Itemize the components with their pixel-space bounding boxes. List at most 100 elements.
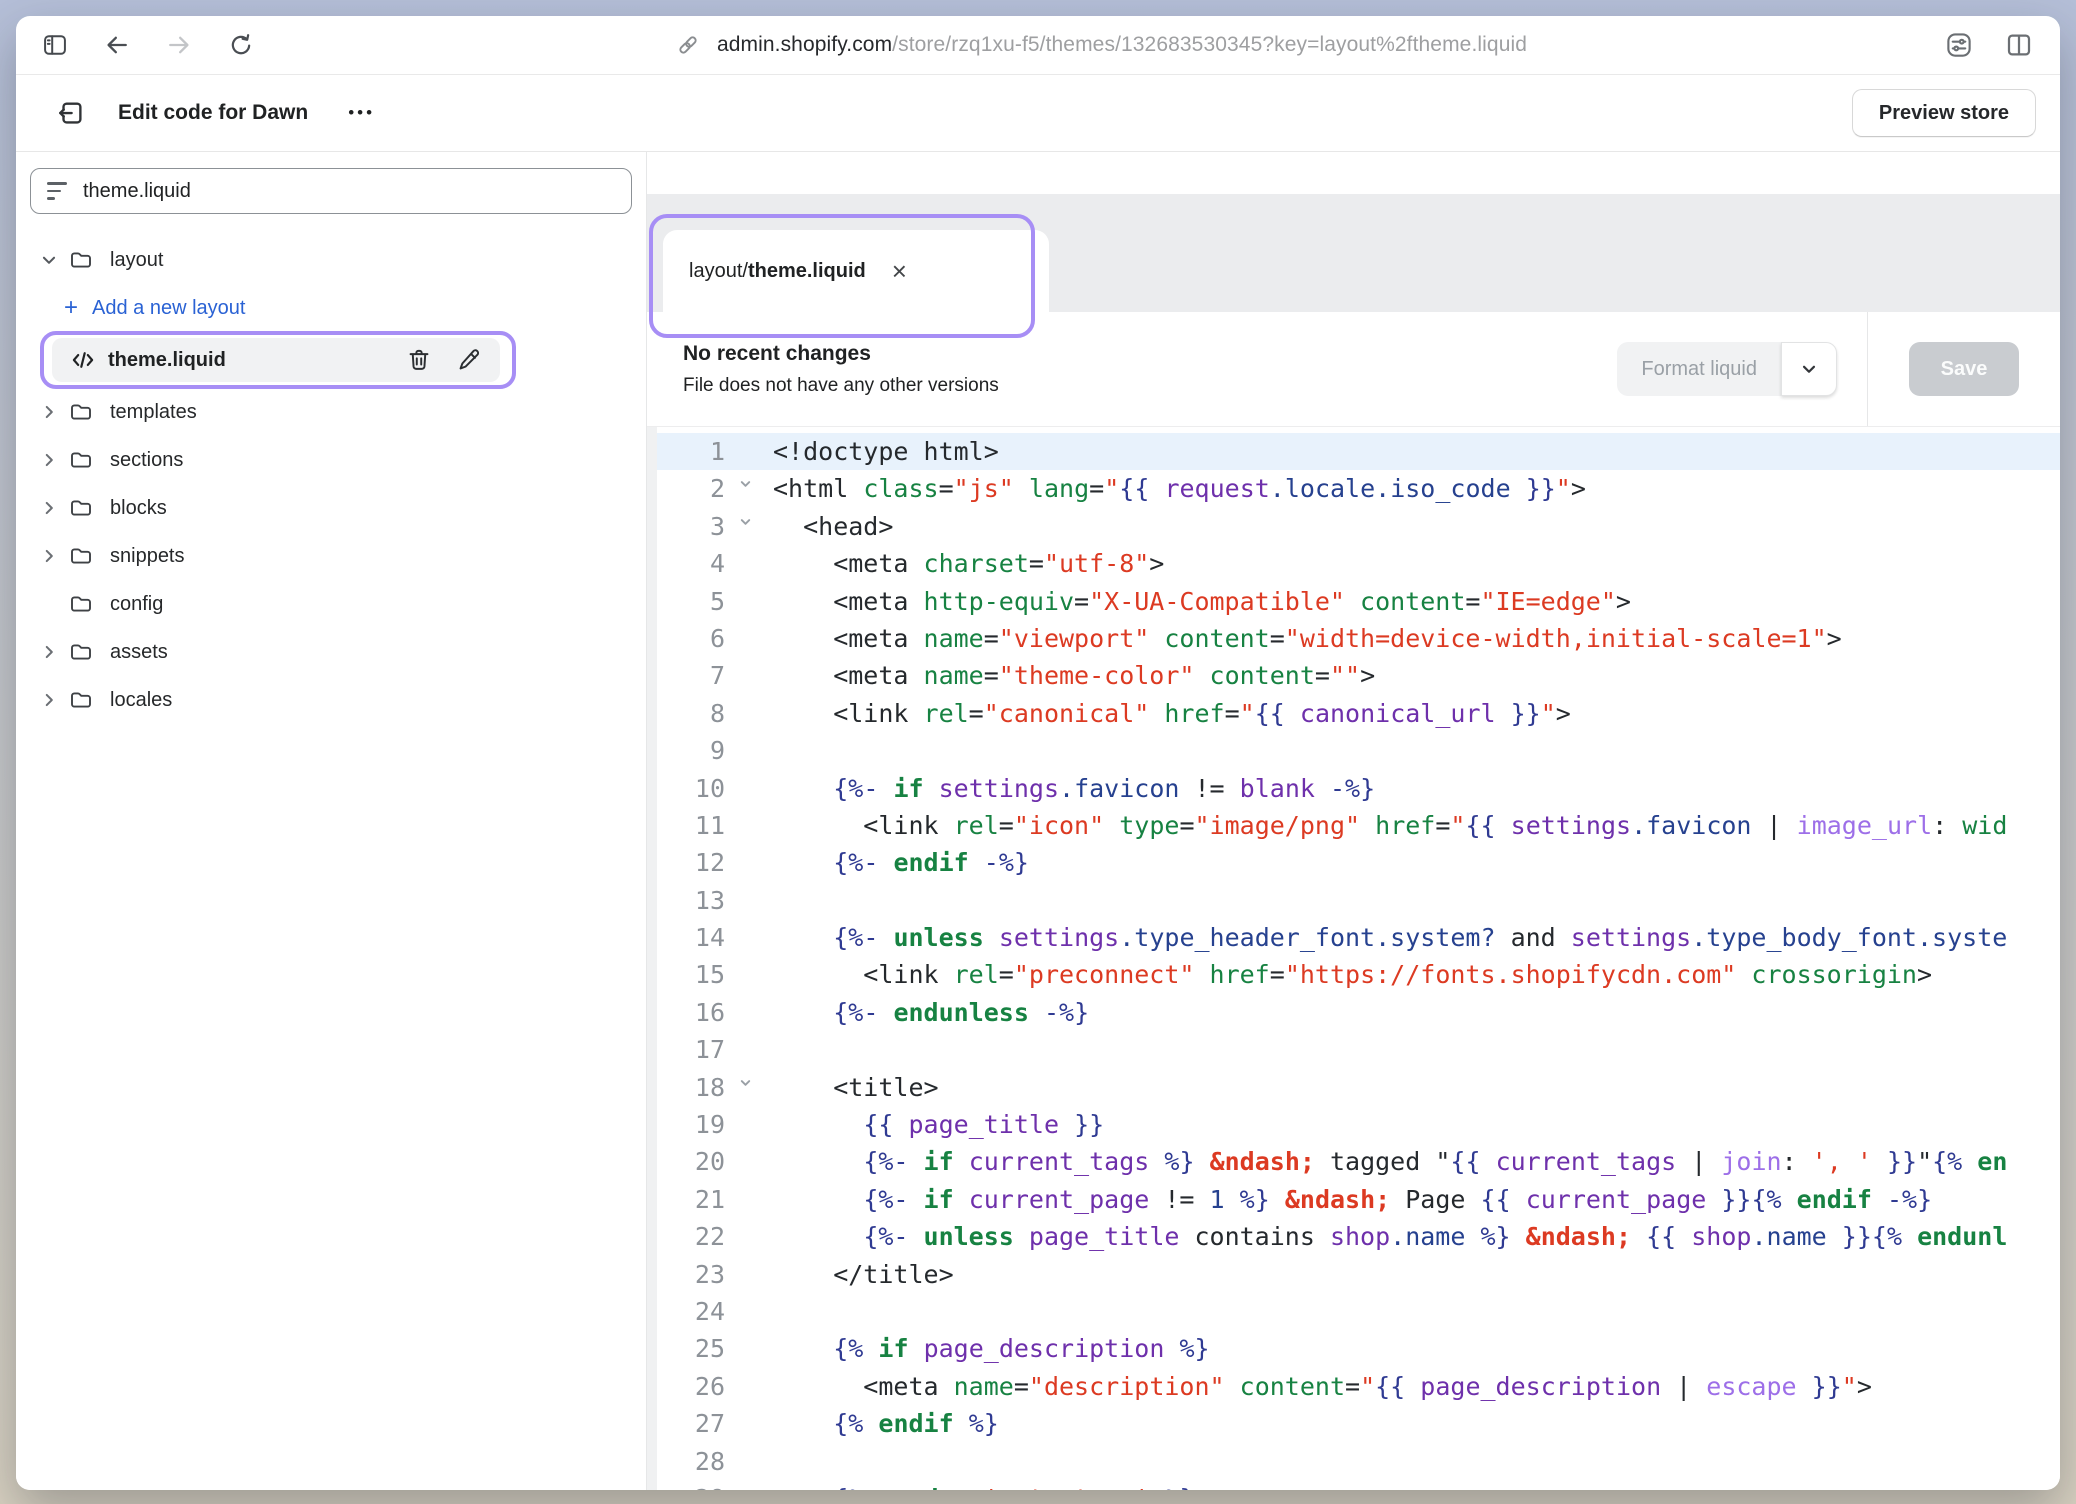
code-line[interactable]: 2<html class="js" lang="{{ request.local… <box>657 470 2060 507</box>
code-line-text[interactable]: <meta name="theme-color" content=""> <box>761 657 1375 694</box>
code-line-text[interactable] <box>761 1031 788 1068</box>
code-line[interactable]: 23 </title> <box>657 1256 2060 1293</box>
sidebar-item-sections[interactable]: sections <box>16 436 646 484</box>
browser-settings-icon[interactable] <box>1944 30 1974 60</box>
code-line-text[interactable]: <link rel="icon" type="image/png" href="… <box>761 807 2007 844</box>
code-line-text[interactable]: <link rel="preconnect" href="https://fon… <box>761 956 1932 993</box>
code-lines[interactable]: 1<!doctype html>2<html class="js" lang="… <box>657 427 2060 1490</box>
code-line[interactable]: 19 {{ page_title }} <box>657 1106 2060 1143</box>
chevron-down-icon[interactable] <box>36 247 62 273</box>
chevron-right-icon[interactable] <box>36 447 62 473</box>
sidebar-file-theme-liquid[interactable]: theme.liquid <box>52 338 500 382</box>
code-line[interactable]: 7 <meta name="theme-color" content=""> <box>657 657 2060 694</box>
code-line-text[interactable]: <meta charset="utf-8"> <box>761 545 1164 582</box>
code-line-text[interactable]: {%- if current_tags %} &ndash; tagged "{… <box>761 1143 2007 1180</box>
reload-icon[interactable] <box>226 30 256 60</box>
back-arrow-icon[interactable] <box>102 30 132 60</box>
code-line[interactable]: 13 <box>657 882 2060 919</box>
code-line[interactable]: 29 {% render 'meta-tags' %} <box>657 1480 2060 1490</box>
code-line-text[interactable]: <meta name="description" content="{{ pag… <box>761 1368 1872 1405</box>
code-line-text[interactable]: <meta http-equiv="X-UA-Compatible" conte… <box>761 583 1631 620</box>
more-actions-icon[interactable]: ••• <box>348 103 375 123</box>
sidebar-item-config[interactable]: config <box>16 580 646 628</box>
code-line-text[interactable]: {% endif %} <box>761 1405 999 1442</box>
code-line-text[interactable] <box>761 1293 788 1330</box>
code-line-text[interactable]: {%- if settings.favicon != blank -%} <box>761 770 1375 807</box>
code-line-text[interactable]: {% render 'meta-tags' %} <box>761 1480 1195 1490</box>
exit-icon[interactable] <box>56 98 86 128</box>
code-line-text[interactable] <box>761 732 788 769</box>
code-line-text[interactable]: <meta name="viewport" content="width=dev… <box>761 620 1842 657</box>
fold-caret-icon[interactable] <box>738 476 753 491</box>
fold-caret-icon[interactable] <box>738 514 753 529</box>
sidebar-item-locales[interactable]: locales <box>16 676 646 724</box>
folder-label: templates <box>110 401 197 424</box>
code-line[interactable]: 9 <box>657 732 2060 769</box>
code-line[interactable]: 3 <head> <box>657 508 2060 545</box>
fold-caret-icon[interactable] <box>738 1075 753 1090</box>
code-line-text[interactable]: {{ page_title }} <box>761 1106 1104 1143</box>
delete-file-icon[interactable] <box>406 347 432 373</box>
code-line-text[interactable]: <!doctype html> <box>761 433 999 470</box>
rename-file-icon[interactable] <box>456 347 482 373</box>
code-line[interactable]: 20 {%- if current_tags %} &ndash; tagged… <box>657 1143 2060 1180</box>
code-line[interactable]: 10 {%- if settings.favicon != blank -%} <box>657 770 2060 807</box>
code-line[interactable]: 25 {% if page_description %} <box>657 1330 2060 1367</box>
chevron-right-icon[interactable] <box>36 639 62 665</box>
code-line[interactable]: 4 <meta charset="utf-8"> <box>657 545 2060 582</box>
forward-arrow-icon[interactable] <box>164 30 194 60</box>
code-line-text[interactable]: {%- endunless -%} <box>761 994 1089 1031</box>
chevron-right-icon[interactable] <box>36 495 62 521</box>
code-line[interactable]: 18 <title> <box>657 1069 2060 1106</box>
add-new-layout-link[interactable]: +Add a new layout <box>16 284 646 332</box>
code-line[interactable]: 28 <box>657 1443 2060 1480</box>
code-line[interactable]: 17 <box>657 1031 2060 1068</box>
code-area[interactable]: 1<!doctype html>2<html class="js" lang="… <box>647 427 2060 1490</box>
code-line-text[interactable]: {%- endif -%} <box>761 844 1029 881</box>
code-line[interactable]: 8 <link rel="canonical" href="{{ canonic… <box>657 695 2060 732</box>
format-liquid-button[interactable]: Format liquid <box>1617 342 1781 396</box>
preview-store-button[interactable]: Preview store <box>1852 89 2036 137</box>
code-line-text[interactable]: {%- unless page_title contains shop.name… <box>761 1218 2007 1255</box>
address-bar[interactable]: admin.shopify.com/store/rzq1xu-f5/themes… <box>256 30 1944 60</box>
chevron-right-icon[interactable] <box>36 687 62 713</box>
save-button[interactable]: Save <box>1909 342 2020 396</box>
sidebar-item-templates[interactable]: templates <box>16 388 646 436</box>
code-line-text[interactable]: {%- unless settings.type_header_font.sys… <box>761 919 2007 956</box>
code-line[interactable]: 1<!doctype html> <box>657 433 2060 470</box>
code-line-text[interactable] <box>761 1443 788 1480</box>
sidebar-item-layout[interactable]: layout <box>16 236 646 284</box>
code-line[interactable]: 15 <link rel="preconnect" href="https://… <box>657 956 2060 993</box>
code-line-text[interactable]: </title> <box>761 1256 954 1293</box>
sidebar-item-snippets[interactable]: snippets <box>16 532 646 580</box>
code-line[interactable]: 21 {%- if current_page != 1 %} &ndash; P… <box>657 1181 2060 1218</box>
chevron-right-icon[interactable] <box>36 399 62 425</box>
code-line[interactable]: 14 {%- unless settings.type_header_font.… <box>657 919 2060 956</box>
code-line-text[interactable]: {% if page_description %} <box>761 1330 1210 1367</box>
code-line-text[interactable]: <head> <box>761 508 893 545</box>
code-line-text[interactable]: <title> <box>761 1069 939 1106</box>
code-line-text[interactable]: <html class="js" lang="{{ request.locale… <box>761 470 1586 507</box>
code-line[interactable]: 12 {%- endif -%} <box>657 844 2060 881</box>
close-icon[interactable]: × <box>892 258 907 284</box>
code-line[interactable]: 24 <box>657 1293 2060 1330</box>
code-line[interactable]: 16 {%- endunless -%} <box>657 994 2060 1031</box>
sidebar-item-assets[interactable]: assets <box>16 628 646 676</box>
code-line-text[interactable]: {%- if current_page != 1 %} &ndash; Page… <box>761 1181 1932 1218</box>
code-line[interactable]: 22 {%- unless page_title contains shop.n… <box>657 1218 2060 1255</box>
code-line-text[interactable]: <link rel="canonical" href="{{ canonical… <box>761 695 1571 732</box>
split-view-icon[interactable] <box>2004 30 2034 60</box>
sidebar-toggle-icon[interactable] <box>40 30 70 60</box>
sidebar-item-blocks[interactable]: blocks <box>16 484 646 532</box>
format-options-dropdown[interactable] <box>1781 342 1837 396</box>
code-line[interactable]: 11 <link rel="icon" type="image/png" hre… <box>657 807 2060 844</box>
code-line[interactable]: 26 <meta name="description" content="{{ … <box>657 1368 2060 1405</box>
code-line[interactable]: 6 <meta name="viewport" content="width=d… <box>657 620 2060 657</box>
page-title: Edit code for Dawn <box>118 101 308 125</box>
code-line[interactable]: 27 {% endif %} <box>657 1405 2060 1442</box>
code-line-text[interactable] <box>761 882 788 919</box>
file-search-input[interactable]: theme.liquid <box>30 168 632 214</box>
chevron-right-icon[interactable] <box>36 543 62 569</box>
code-line[interactable]: 5 <meta http-equiv="X-UA-Compatible" con… <box>657 583 2060 620</box>
tab-layout-theme-liquid[interactable]: layout/theme.liquid × <box>663 230 1049 312</box>
